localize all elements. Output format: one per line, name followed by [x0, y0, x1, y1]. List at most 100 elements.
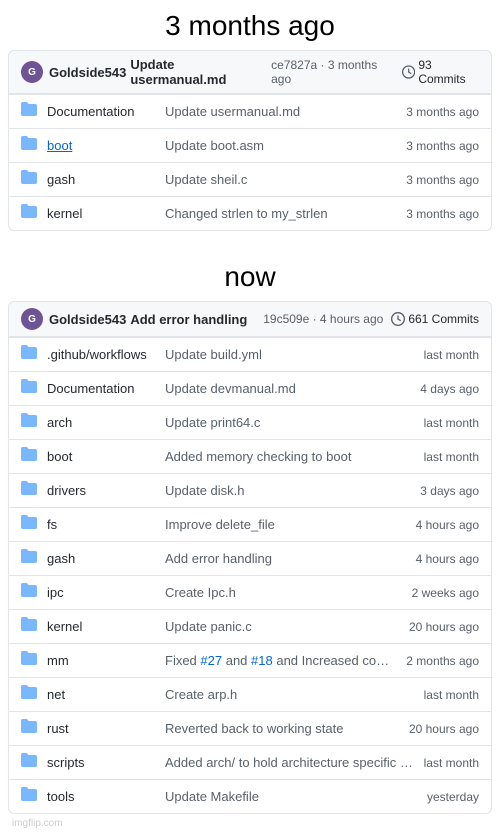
- folder-icon: [21, 514, 39, 535]
- time-ago: yesterday: [427, 790, 479, 804]
- commit-text: Fixed #27 and #18 and Increased compatib…: [165, 653, 398, 668]
- file-name[interactable]: ipc: [47, 585, 157, 600]
- file-name[interactable]: scripts: [47, 755, 157, 770]
- table-row: scripts Added arch/ to hold architecture …: [9, 745, 491, 779]
- section-title-0: 3 months ago: [0, 0, 500, 50]
- time-ago: last month: [424, 450, 479, 464]
- file-name[interactable]: tools: [47, 789, 157, 804]
- file-name[interactable]: rust: [47, 721, 157, 736]
- file-name[interactable]: kernel: [47, 206, 157, 221]
- table-row: rustReverted back to working state20 hou…: [9, 711, 491, 745]
- file-name[interactable]: gash: [47, 172, 157, 187]
- avatar: G: [21, 308, 43, 330]
- commits-badge[interactable]: 661 Commits: [391, 312, 479, 326]
- time-ago: 3 days ago: [420, 484, 479, 498]
- commits-badge[interactable]: 93 Commits: [402, 58, 479, 86]
- file-table-1: .github/workflows Update build.yml last mo…: [8, 337, 492, 814]
- commit-sha: ce7827a · 3 months ago: [271, 58, 394, 86]
- file-name[interactable]: .github/workflows: [47, 347, 157, 362]
- file-name[interactable]: arch: [47, 415, 157, 430]
- section-title-1: now: [0, 251, 500, 301]
- table-row: archUpdate print64.clast month: [9, 405, 491, 439]
- time-ago: 3 months ago: [406, 173, 479, 187]
- file-name[interactable]: mm: [47, 653, 157, 668]
- commit-message: Add error handling: [130, 312, 247, 327]
- table-row: drivers Update disk.h 3 days ago: [9, 473, 491, 507]
- folder-icon: [21, 480, 39, 501]
- time-ago: last month: [424, 416, 479, 430]
- commit-text: Update disk.h: [165, 483, 412, 498]
- file-name[interactable]: gash: [47, 551, 157, 566]
- commit-text: Added arch/ to hold architecture specifi…: [165, 755, 416, 770]
- folder-icon: [21, 378, 39, 399]
- time-ago: 4 days ago: [420, 382, 479, 396]
- avatar: G: [21, 61, 43, 83]
- table-row: gash Add error handling 4 hours ago: [9, 541, 491, 575]
- file-name[interactable]: net: [47, 687, 157, 702]
- folder-icon: [21, 446, 39, 467]
- commit-text: Create Ipc.h: [165, 585, 404, 600]
- commit-text: Update boot.asm: [165, 138, 398, 153]
- time-ago: 20 hours ago: [409, 722, 479, 736]
- repo-header: G Goldside543 Add error handling 19c509e…: [8, 301, 492, 337]
- commit-text: Improve delete_file: [165, 517, 408, 532]
- clock-icon: [402, 65, 415, 79]
- table-row: bootUpdate boot.asm3 months ago: [9, 128, 491, 162]
- commit-text: Added memory checking to boot: [165, 449, 416, 464]
- file-name[interactable]: drivers: [47, 483, 157, 498]
- commit-message: Update usermanual.md: [130, 57, 267, 87]
- commit-text: Changed strlen to my_strlen: [165, 206, 398, 221]
- time-ago: 4 hours ago: [416, 552, 479, 566]
- file-table-0: DocumentationUpdate usermanual.md3 month…: [8, 94, 492, 231]
- time-ago: 3 months ago: [406, 105, 479, 119]
- header-meta: 19c509e · 4 hours ago 661 Commits: [263, 312, 479, 326]
- table-row: .github/workflows Update build.yml last mo…: [9, 337, 491, 371]
- issue-link[interactable]: #27: [200, 653, 222, 668]
- commit-text: Update panic.c: [165, 619, 401, 634]
- table-row: tools Update Makefile yesterday: [9, 779, 491, 813]
- folder-icon: [21, 101, 39, 122]
- file-name[interactable]: fs: [47, 517, 157, 532]
- time-ago: 3 months ago: [406, 207, 479, 221]
- folder-icon: [21, 718, 39, 739]
- table-row: gash Update sheil.c 3 months ago: [9, 162, 491, 196]
- commit-text: Create arp.h: [165, 687, 416, 702]
- file-name[interactable]: boot: [47, 449, 157, 464]
- commit-text: Update build.yml: [165, 347, 416, 362]
- clock-icon: [391, 312, 405, 326]
- time-ago: 2 weeks ago: [412, 586, 479, 600]
- commit-sha: 19c509e · 4 hours ago: [263, 312, 383, 326]
- table-row: ipc Create Ipc.h 2 weeks ago: [9, 575, 491, 609]
- table-row: DocumentationUpdate devmanual.md4 days a…: [9, 371, 491, 405]
- folder-icon: [21, 203, 39, 224]
- folder-icon: [21, 650, 39, 671]
- folder-icon: [21, 412, 39, 433]
- issue-link[interactable]: #18: [251, 653, 273, 668]
- file-name[interactable]: Documentation: [47, 381, 157, 396]
- file-name[interactable]: Documentation: [47, 104, 157, 119]
- table-row: net Create arp.h last month: [9, 677, 491, 711]
- table-row: kernel Changed strlen to my_strlen 3 month…: [9, 196, 491, 230]
- table-row: fsImprove delete_file4 hours ago: [9, 507, 491, 541]
- commit-text: Add error handling: [165, 551, 408, 566]
- table-row: boot Added memory checking to boot last mo…: [9, 439, 491, 473]
- table-row: mm Fixed #27 and #18 and Increased compat…: [9, 643, 491, 677]
- time-ago: last month: [424, 348, 479, 362]
- time-ago: 2 months ago: [406, 654, 479, 668]
- header-meta: ce7827a · 3 months ago 93 Commits: [271, 58, 479, 86]
- time-ago: last month: [424, 756, 479, 770]
- time-ago: last month: [424, 688, 479, 702]
- folder-icon: [21, 548, 39, 569]
- folder-icon: [21, 582, 39, 603]
- commit-text: Update sheil.c: [165, 172, 398, 187]
- file-name[interactable]: kernel: [47, 619, 157, 634]
- folder-icon: [21, 169, 39, 190]
- folder-icon: [21, 616, 39, 637]
- commit-text: Update Makefile: [165, 789, 419, 804]
- time-ago: 20 hours ago: [409, 620, 479, 634]
- file-name[interactable]: boot: [47, 138, 157, 153]
- table-row: kernel Update panic.c 20 hours ago: [9, 609, 491, 643]
- repo-header: G Goldside543 Update usermanual.md ce782…: [8, 50, 492, 94]
- commit-user[interactable]: Goldside543: [49, 65, 126, 80]
- commit-user[interactable]: Goldside543: [49, 312, 126, 327]
